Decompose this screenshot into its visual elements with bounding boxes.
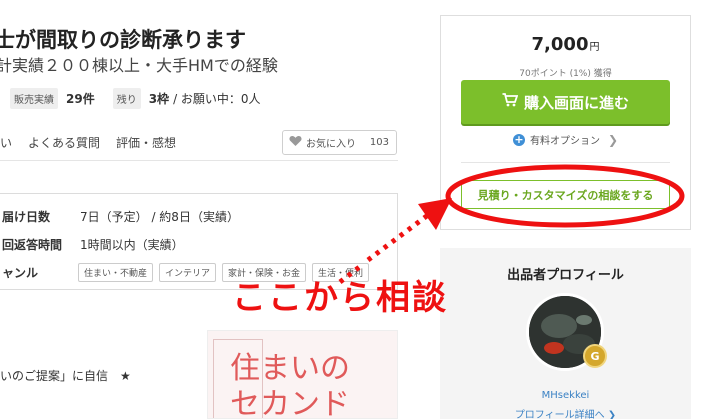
- service-thumbnail[interactable]: 住まいの セカンド: [207, 330, 398, 419]
- stats-row: 販売実績 29件 残り 3枠 / お願い中：0人: [10, 88, 261, 109]
- section-tabs: い よくある質問 評価・感想: [0, 134, 192, 151]
- sales-tag: 販売実績: [10, 88, 58, 109]
- plus-icon: +: [512, 132, 525, 146]
- genre-label: ャンル: [2, 266, 39, 280]
- annotation-label: ここから相談: [232, 278, 448, 318]
- box-divider: [461, 162, 670, 163]
- tab-faq[interactable]: よくある質問: [28, 134, 100, 151]
- category-tag[interactable]: 住まい・不動産: [78, 263, 154, 282]
- profile-title: 出品者プロフィール: [507, 268, 624, 283]
- response-value: 1時間以内（実績）: [80, 238, 184, 252]
- thumbnail-caption: 住まいの セカンド: [230, 351, 350, 419]
- quote-button[interactable]: 見積り・カスタマイズの相談をする: [461, 180, 670, 209]
- favorite-label: お気に入り: [306, 139, 356, 150]
- favorite-count: 103: [369, 137, 389, 148]
- cart-icon: [502, 93, 519, 111]
- points-note: 70ポイント (1%) 獲得: [519, 69, 612, 79]
- paid-options-link[interactable]: + 有料オプション ❯: [441, 132, 690, 147]
- buy-button-label: 購入画面に進む: [523, 93, 629, 112]
- description-snippet: いのご提案」に自信 ★: [0, 369, 131, 383]
- category-tag[interactable]: インテリア: [159, 263, 217, 282]
- price: 7,000円: [531, 34, 600, 55]
- seller-profile-card: 出品者プロフィール G MHsekkei プロフィール詳細へ ❯: [440, 248, 691, 419]
- sales-value: 29件: [66, 92, 95, 106]
- buy-button[interactable]: 購入画面に進む: [461, 80, 670, 124]
- heart-icon: [289, 135, 303, 150]
- delivery-label: 届け日数: [2, 210, 51, 224]
- service-title: 士が間取りの診断承ります: [0, 28, 246, 52]
- remaining-value: 3枠: [148, 92, 170, 106]
- remaining-tag: 残り: [112, 88, 141, 109]
- profile-detail-link[interactable]: プロフィール詳細へ ❯: [440, 406, 691, 419]
- tabs-divider: [0, 160, 398, 161]
- purchase-box: 7,000円 70ポイント (1%) 獲得 購入画面に進む + 有料オプション …: [440, 15, 691, 230]
- tab-description[interactable]: い: [0, 134, 12, 151]
- tab-reviews[interactable]: 評価・感想: [116, 134, 176, 151]
- seller-username[interactable]: MHsekkei: [440, 390, 691, 401]
- delivery-value: 7日（予定） / 約8日（実績）: [80, 210, 239, 224]
- response-label: 回返答時間: [2, 238, 63, 252]
- request-status: / お願い中：0人: [173, 92, 261, 106]
- favorite-button[interactable]: お気に入り 103: [282, 130, 397, 155]
- chevron-right-icon: ❯: [607, 132, 619, 147]
- paid-options-label: 有料オプション: [529, 136, 600, 147]
- rank-badge: G: [583, 344, 607, 368]
- service-subtitle: 計実績２００棟以上・大手HMでの経験: [0, 56, 278, 75]
